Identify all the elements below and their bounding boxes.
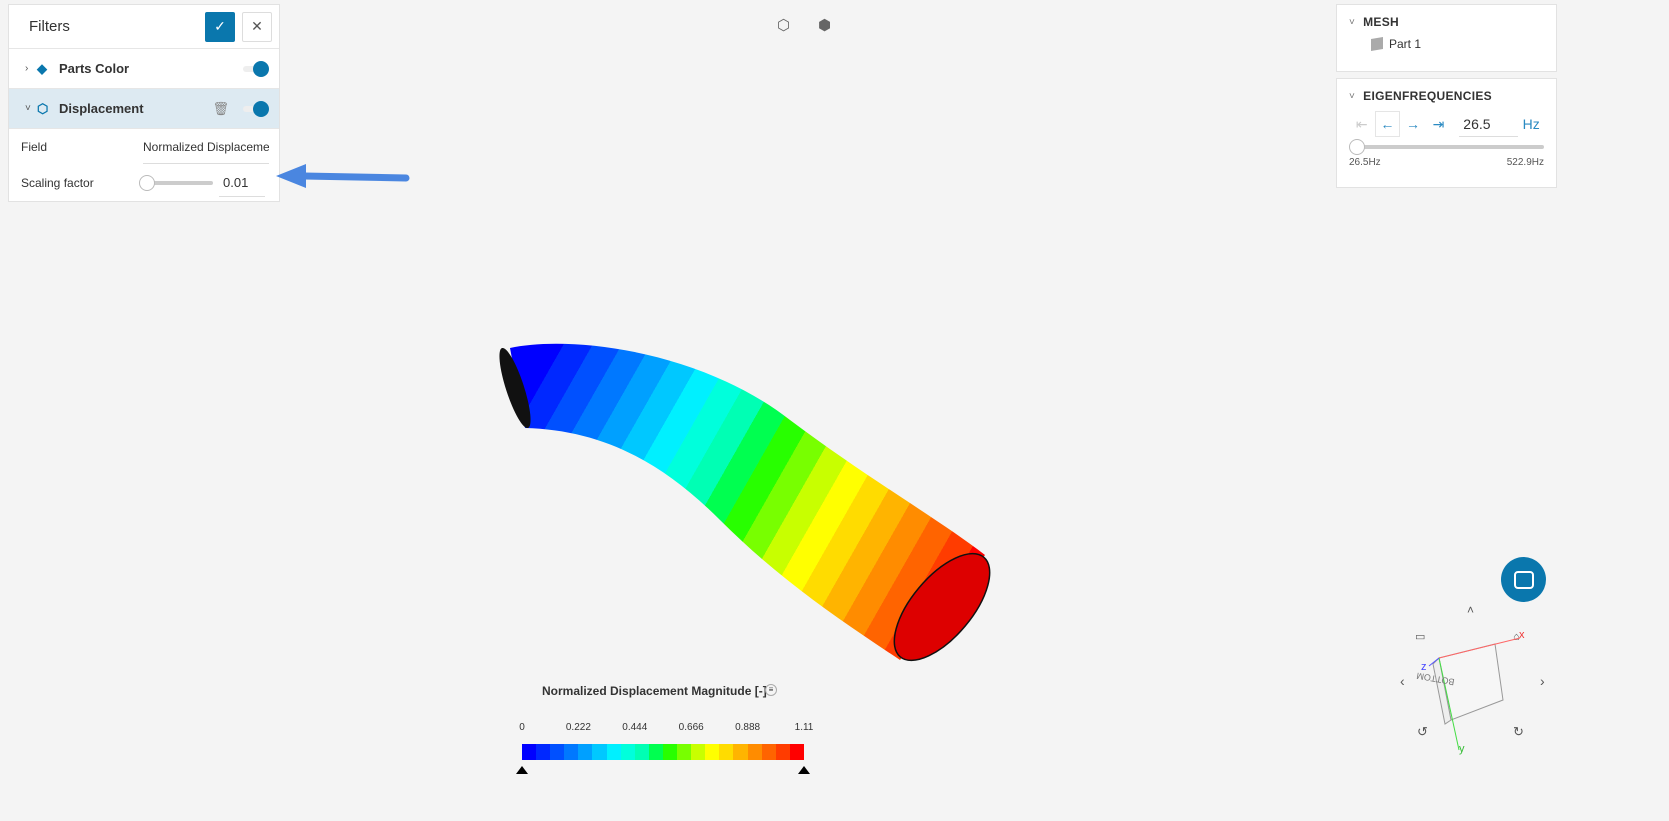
chat-icon [1513,570,1534,589]
orientation-gizmo[interactable]: ˄ ‹ › ▭ ⌂ ↺ ↻ x y z BOTTOM [1395,600,1565,760]
color-band [536,744,551,760]
rotate-left-icon: ‹ [1400,673,1405,689]
color-band [747,744,762,760]
legend-tick: 1.11 [794,722,814,733]
axis-z-label: z [1421,661,1427,673]
legend-menu-icon[interactable]: ≡ [765,684,777,696]
color-band [775,744,790,760]
color-band [761,744,776,760]
rotate-up-icon: ˄ [1467,603,1474,617]
color-band [662,744,678,760]
legend-title: Normalized Displacement Magnitude [-] [542,684,767,698]
legend-tick: 0.222 [565,722,591,733]
legend-tick: 0.666 [678,722,704,733]
color-band [606,744,621,760]
camera-icon: ▭ [1415,631,1425,643]
max-marker[interactable] [798,760,810,774]
color-band [789,744,804,760]
color-band [550,744,565,760]
rotate-right-icon: › [1540,673,1545,689]
color-band [677,744,692,760]
color-band [648,744,663,760]
color-band [691,744,706,760]
min-marker[interactable] [516,760,528,774]
chat-button[interactable] [1501,557,1546,602]
color-bar [522,744,804,760]
axis-y-label: y [1459,743,1465,755]
legend-tick: 0.444 [622,722,648,733]
color-band [620,744,635,760]
legend-tick: 0.888 [735,722,761,733]
color-band [705,744,720,760]
legend-tick: 0 [519,722,525,733]
color-band [522,744,537,760]
color-band [733,744,748,760]
color-band [719,744,734,760]
color-band [634,744,649,760]
color-band [564,744,579,760]
rotate-ccw-icon: ↺ [1417,724,1428,739]
color-band [578,744,593,760]
axis-x-label: x [1519,629,1525,641]
color-band [592,744,607,760]
rotate-cw-icon: ↻ [1513,724,1524,739]
